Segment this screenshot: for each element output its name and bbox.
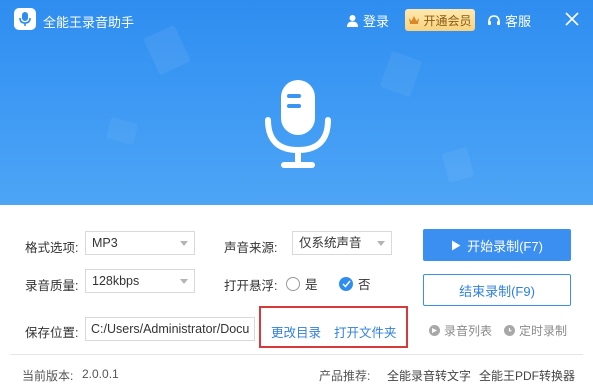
customer-service-button[interactable]: 客服 [487, 11, 531, 30]
vip-button[interactable]: 开通会员 [405, 9, 475, 31]
chevron-down-icon [180, 279, 188, 284]
float-yes-label: 是 [305, 278, 318, 292]
save-location-label: 保存位置: [25, 326, 79, 340]
vip-label: 开通会员 [423, 13, 472, 28]
chevron-down-icon [180, 241, 188, 246]
title-bar: 全能王录音助手 登录 开通会员 客服 [0, 0, 593, 40]
chevron-down-icon [377, 241, 385, 246]
start-label: 开始录制(F7) [467, 238, 543, 254]
source-value: 仅系统声音 [299, 236, 362, 250]
float-no-label: 否 [358, 278, 371, 292]
stop-recording-button[interactable]: 结束录制(F9) [423, 274, 571, 306]
product-link-transcribe[interactable]: 全能录音转文字 [387, 367, 471, 384]
quality-label: 录音质量: [25, 279, 79, 293]
stop-label: 结束录制(F9) [459, 283, 535, 299]
recommend-label: 产品推荐: [319, 369, 371, 383]
quality-value: 128kbps [92, 274, 140, 288]
headset-icon [488, 15, 500, 25]
radio-checked-icon [339, 276, 353, 291]
crown-icon [409, 16, 420, 24]
login-button[interactable]: 登录 [346, 11, 389, 30]
float-yes-radio[interactable]: 是 [286, 274, 318, 293]
source-select[interactable]: 仅系统声音 [292, 231, 392, 255]
play-icon [452, 240, 461, 250]
scheduled-label: 定时录制 [519, 324, 568, 338]
format-value: MP3 [92, 236, 118, 250]
microphone-icon [262, 78, 334, 170]
login-label: 登录 [363, 14, 390, 29]
divider [10, 354, 583, 355]
service-label: 客服 [505, 14, 532, 29]
clock-icon [504, 325, 515, 336]
change-directory-link[interactable]: 更改目录 [271, 322, 321, 341]
source-label: 声音来源: [224, 241, 278, 255]
product-link-pdf[interactable]: 全能王PDF转换器 [479, 367, 575, 384]
app-title: 全能王录音助手 [43, 15, 135, 30]
open-folder-link[interactable]: 打开文件夹 [334, 322, 397, 341]
record-list-icon [429, 325, 440, 336]
close-icon [565, 12, 579, 26]
save-path-field[interactable]: C:/Users/Administrator/Docu [85, 317, 255, 341]
record-list-button[interactable]: 录音列表 [429, 322, 492, 339]
save-path-value: C:/Users/Administrator/Docu [91, 322, 250, 336]
radio-unchecked-icon [286, 276, 300, 291]
close-button[interactable] [562, 9, 582, 29]
record-list-label: 录音列表 [444, 324, 493, 338]
app-logo-icon [14, 8, 36, 30]
decoration-shape [105, 116, 139, 146]
start-recording-button[interactable]: 开始录制(F7) [423, 229, 571, 261]
version-value: 2.0.0.1 [82, 367, 119, 381]
decoration-shape [379, 50, 423, 98]
format-label: 格式选项: [25, 241, 79, 255]
float-label: 打开悬浮: [224, 279, 278, 293]
decoration-shape [441, 147, 475, 183]
hero-banner: 全能王录音助手 登录 开通会员 客服 [0, 0, 593, 205]
scheduled-recording-button[interactable]: 定时录制 [504, 322, 567, 339]
format-select[interactable]: MP3 [85, 231, 195, 255]
quality-select[interactable]: 128kbps [85, 269, 195, 293]
float-no-radio[interactable]: 否 [339, 274, 371, 293]
version-label: 当前版本: [22, 369, 74, 383]
user-icon [347, 15, 358, 27]
